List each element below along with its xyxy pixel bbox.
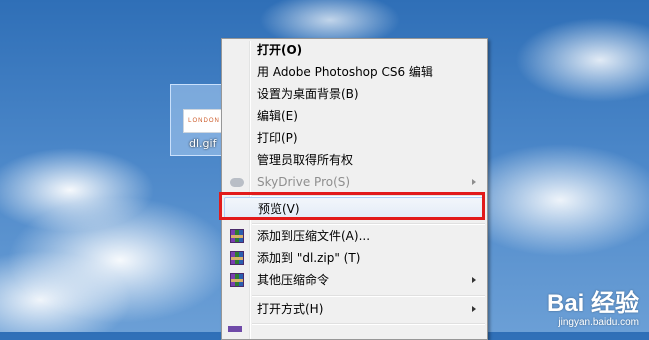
menu-item-edit-with-photoshop[interactable]: 用 Adobe Photoshop CS6 编辑 <box>224 61 485 83</box>
menu-item-skydrive-pro[interactable]: SkyDrive Pro(S) <box>224 171 485 193</box>
watermark-logo: Bai 经验 <box>546 290 639 317</box>
menu-item-add-to-dl-zip[interactable]: 添加到 "dl.zip" (T) <box>224 247 485 269</box>
watermark-url: jingyan.baidu.com <box>558 317 639 328</box>
partial-menu-icon <box>228 326 242 332</box>
menu-separator <box>252 323 485 325</box>
context-menu: 打开(O) 用 Adobe Photoshop CS6 编辑 设置为桌面背景(B… <box>221 38 488 340</box>
menu-item-label: 添加到 "dl.zip" (T) <box>257 251 361 265</box>
menu-item-print[interactable]: 打印(P) <box>224 127 485 149</box>
menu-item-preview[interactable]: 预览(V) <box>224 197 485 219</box>
winrar-icon <box>230 251 244 265</box>
menu-item-label: 打开(O) <box>257 43 303 57</box>
menu-item-label: 预览(V) <box>258 202 300 216</box>
menu-item-label: 管理员取得所有权 <box>257 153 354 167</box>
menu-item-label: 用 Adobe Photoshop CS6 编辑 <box>257 65 433 79</box>
menu-item-label: SkyDrive Pro(S) <box>257 175 351 189</box>
menu-item-add-to-archive[interactable]: 添加到压缩文件(A)... <box>224 225 485 247</box>
cloud-icon <box>230 175 244 189</box>
menu-item-label: 添加到压缩文件(A)... <box>257 229 371 243</box>
menu-item-edit[interactable]: 编辑(E) <box>224 105 485 127</box>
file-name-label: dl.gif <box>189 137 217 150</box>
submenu-arrow-icon <box>472 179 476 185</box>
menu-item-open-with[interactable]: 打开方式(H) <box>224 298 485 320</box>
thumbnail-text: LONDON <box>188 118 220 124</box>
menu-item-other-compress-commands[interactable]: 其他压缩命令 <box>224 269 485 291</box>
menu-item-label: 打印(P) <box>257 131 298 145</box>
desktop-file-icon[interactable]: LONDON dl.gif <box>170 84 226 156</box>
baidu-jingyan-watermark: Bai 经验 jingyan.baidu.com <box>546 290 639 329</box>
winrar-icon <box>230 229 244 243</box>
menu-item-set-desktop-background[interactable]: 设置为桌面背景(B) <box>224 83 485 105</box>
submenu-arrow-icon <box>472 306 476 312</box>
image-thumbnail: LONDON <box>183 109 225 133</box>
menu-item-take-ownership[interactable]: 管理员取得所有权 <box>224 149 485 171</box>
menu-item-label: 设置为桌面背景(B) <box>257 87 359 101</box>
menu-item-label: 其他压缩命令 <box>257 273 330 287</box>
menu-item-label: 编辑(E) <box>257 109 298 123</box>
menu-item-open[interactable]: 打开(O) <box>224 39 485 61</box>
winrar-icon <box>230 273 244 287</box>
submenu-arrow-icon <box>472 277 476 283</box>
menu-item-label: 打开方式(H) <box>257 302 324 316</box>
menu-separator <box>252 295 485 297</box>
